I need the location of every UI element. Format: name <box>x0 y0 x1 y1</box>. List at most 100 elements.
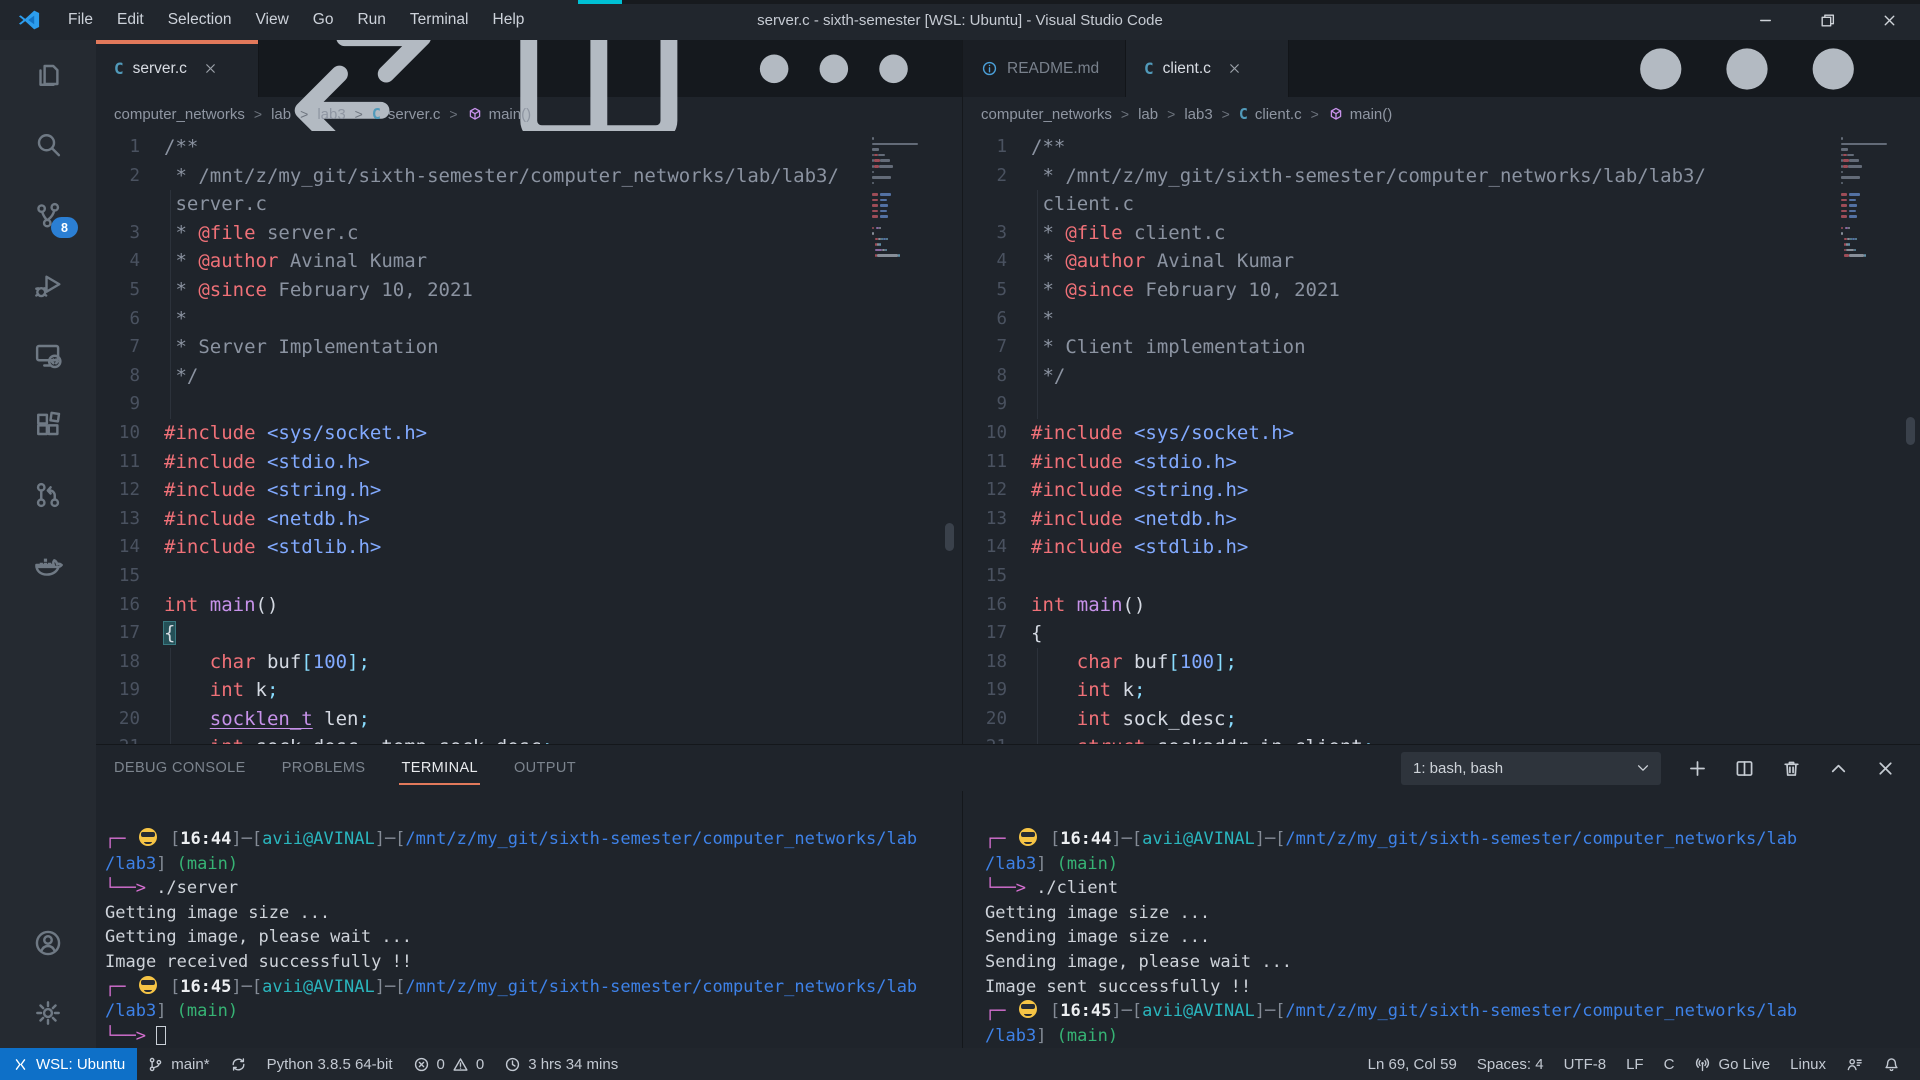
activity-bar-item-extensions[interactable] <box>0 390 96 460</box>
activity-bar-item-github-pull-requests[interactable] <box>0 460 96 530</box>
activity-bar-item-docker[interactable] <box>0 530 96 600</box>
line-number: 11 <box>963 448 1007 477</box>
status-sync[interactable] <box>220 1048 257 1080</box>
tab-bar: README.mdCclient.c <box>963 40 1920 97</box>
breadcrumb-item-symbol[interactable]: main() <box>467 106 532 123</box>
minimap-seg <box>898 254 900 257</box>
line-number: 12 <box>963 476 1007 505</box>
activity-bar-item-remote-explorer[interactable] <box>0 320 96 390</box>
minimap-seg <box>872 148 879 151</box>
close-panel-icon[interactable] <box>1875 758 1896 779</box>
activity-bar-item-search[interactable] <box>0 110 96 180</box>
breadcrumb-item-lab3[interactable]: lab3 <box>317 106 345 123</box>
breadcrumb-separator: > <box>1311 106 1319 122</box>
maximize-panel-icon[interactable] <box>1828 758 1849 779</box>
breadcrumb-item-server-c[interactable]: Cserver.c <box>372 105 441 123</box>
tab-client-c[interactable]: Cclient.c <box>1126 40 1289 97</box>
activity-bar-item-settings[interactable] <box>0 978 96 1048</box>
terminal-line: ┌─ [16:45]─[avii@AVINAL]─[/mnt/z/my_git/… <box>96 975 962 1000</box>
token: char <box>210 651 256 673</box>
menu-edit[interactable]: Edit <box>105 0 156 40</box>
menu-run[interactable]: Run <box>345 0 397 40</box>
activity-bar-item-run-debug[interactable] <box>0 250 96 320</box>
panel-tab-debug-console[interactable]: DEBUG CONSOLE <box>114 745 246 791</box>
panel-tab-output[interactable]: OUTPUT <box>514 745 576 791</box>
token: #include <box>164 536 256 558</box>
activity-bar-item-source-control[interactable]: 8 <box>0 180 96 250</box>
token: /** <box>1031 136 1065 158</box>
minimap[interactable] <box>1841 137 1887 260</box>
menu-view[interactable]: View <box>243 0 300 40</box>
panel-tab-problems[interactable]: PROBLEMS <box>282 745 366 791</box>
token: [ <box>1040 1001 1060 1021</box>
status-python-version[interactable]: Python 3.8.5 64-bit <box>257 1048 403 1080</box>
status-cursor-position[interactable]: Ln 69, Col 59 <box>1358 1048 1467 1080</box>
breadcrumb-item-computer-networks[interactable]: computer_networks <box>981 106 1112 123</box>
status-remote[interactable]: WSL: Ubuntu <box>0 1048 137 1080</box>
terminal-picker[interactable]: 1: bash, bash <box>1401 752 1661 785</box>
terminal-right[interactable]: ┌─ [16:44]─[avii@AVINAL]─[/mnt/z/my_git/… <box>962 791 1920 1049</box>
activity-bar-item-explorer[interactable] <box>0 40 96 110</box>
activity-bar-item-accounts[interactable] <box>0 908 96 978</box>
close-icon[interactable] <box>1227 61 1242 76</box>
indent-guide <box>1037 219 1038 248</box>
status-branch[interactable]: main* <box>137 1048 219 1080</box>
tab-server-c[interactable]: Cserver.c <box>96 40 259 97</box>
c-language-icon: C <box>372 105 381 123</box>
code-editor[interactable]: 1/**2 * /mnt/z/my_git/sixth-semester/com… <box>96 131 962 744</box>
minimize-button[interactable] <box>1734 0 1796 40</box>
status-language-mode[interactable]: C <box>1654 1048 1685 1080</box>
code-row: 5 * @since February 10, 2021 <box>96 276 962 305</box>
breadcrumb-item-lab[interactable]: lab <box>1138 106 1158 123</box>
activity-bar: 8 <box>0 40 96 1048</box>
code-text: /** <box>1031 133 1065 162</box>
scrollbar-slider[interactable] <box>945 523 954 551</box>
token: int <box>1077 679 1111 701</box>
menu-terminal[interactable]: Terminal <box>398 0 481 40</box>
minimap[interactable] <box>872 137 918 260</box>
split-terminal-icon[interactable] <box>1734 758 1755 779</box>
code-editor[interactable]: 1/**2 * /mnt/z/my_git/sixth-semester/com… <box>963 131 1920 744</box>
menu-help[interactable]: Help <box>481 0 537 40</box>
menu-file[interactable]: File <box>56 0 105 40</box>
cube-icon <box>1328 106 1344 122</box>
terminal-line: Image sent successfully !! <box>963 975 1920 1000</box>
status-go-live[interactable]: Go Live <box>1684 1048 1780 1080</box>
tab-bar: Cserver.c <box>96 40 962 97</box>
code-text: #include <netdb.h> <box>164 505 370 534</box>
breadcrumb-item-computer-networks[interactable]: computer_networks <box>114 106 245 123</box>
panel-tab-terminal[interactable]: TERMINAL <box>401 745 478 791</box>
status-problems[interactable]: 00 <box>403 1048 495 1080</box>
menu-selection[interactable]: Selection <box>156 0 244 40</box>
status-indentation[interactable]: Spaces: 4 <box>1467 1048 1554 1080</box>
terminal-left[interactable]: ┌─ [16:44]─[avii@AVINAL]─[/mnt/z/my_git/… <box>96 791 962 1049</box>
tab-label: client.c <box>1163 60 1211 78</box>
breadcrumb-item-lab3[interactable]: lab3 <box>1184 106 1212 123</box>
breadcrumb-item-lab[interactable]: lab <box>271 106 291 123</box>
status-encoding[interactable]: UTF-8 <box>1554 1048 1617 1080</box>
terminal-line: Getting image size ... <box>96 901 962 926</box>
status-time-tracker[interactable]: 3 hrs 34 mins <box>494 1048 628 1080</box>
scrollbar-slider[interactable] <box>1906 417 1915 445</box>
restore-button[interactable] <box>1796 0 1858 40</box>
line-number: 15 <box>96 562 140 591</box>
kill-terminal-icon[interactable] <box>1781 758 1802 779</box>
code-lines: 1/**2 * /mnt/z/my_git/sixth-semester/com… <box>96 131 962 744</box>
indent-guide <box>1037 705 1038 734</box>
close-window-button[interactable] <box>1858 0 1920 40</box>
close-icon[interactable] <box>203 61 218 76</box>
menu-go[interactable]: Go <box>301 0 346 40</box>
code-text: * @since February 10, 2021 <box>164 276 473 305</box>
status-feedback[interactable] <box>1836 1048 1873 1080</box>
minimap-row <box>872 171 918 174</box>
breadcrumb-item-symbol[interactable]: main() <box>1328 106 1393 123</box>
status-eol[interactable]: LF <box>1616 1048 1654 1080</box>
token: Avinal Kumar <box>1145 250 1294 272</box>
status-notifications[interactable] <box>1873 1048 1910 1080</box>
breadcrumb-item-client-c[interactable]: Cclient.c <box>1239 105 1302 123</box>
status-os[interactable]: Linux <box>1780 1048 1836 1080</box>
tab-readme-md[interactable]: README.md <box>963 40 1126 97</box>
new-terminal-icon[interactable] <box>1687 758 1708 779</box>
indent-guide <box>1037 333 1038 362</box>
tab-label: server.c <box>133 60 187 78</box>
